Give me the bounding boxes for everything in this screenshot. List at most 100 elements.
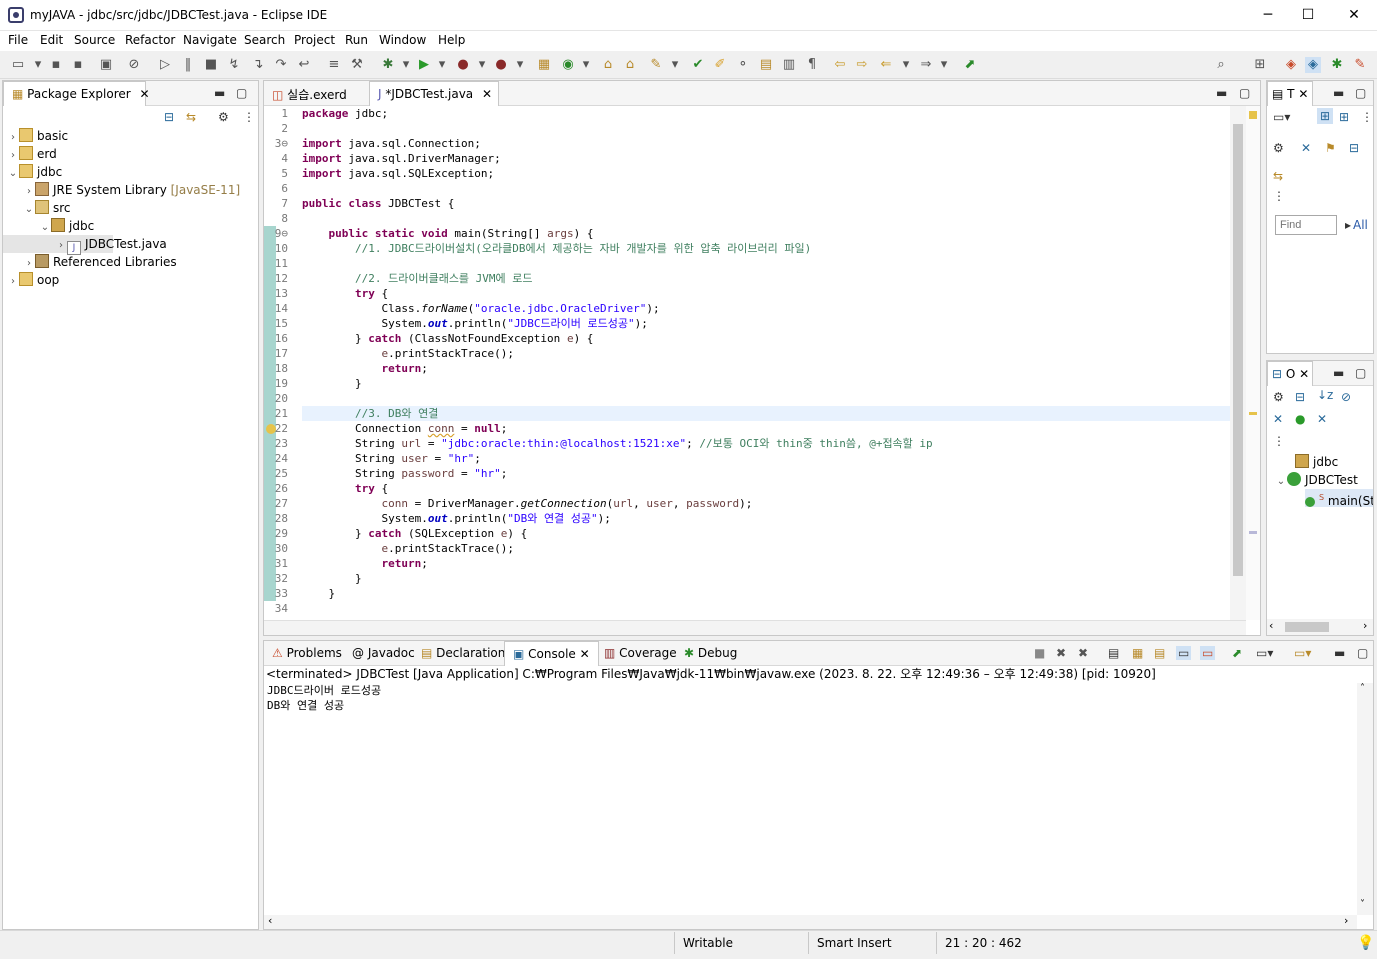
outline-horizontal-scrollbar[interactable]: ‹ › bbox=[1267, 619, 1373, 635]
show-on-stderr-icon[interactable]: ▭ bbox=[1200, 646, 1216, 660]
tasks-perspective-icon[interactable]: ✎ bbox=[1352, 57, 1368, 73]
step-over-icon[interactable]: ↷ bbox=[273, 57, 289, 73]
chevron-down-icon[interactable]: ▾ bbox=[667, 57, 683, 73]
open-perspective-icon[interactable]: ⊞ bbox=[1252, 57, 1268, 73]
view-menu-icon[interactable]: ⋮ bbox=[243, 110, 255, 124]
disconnect-icon[interactable]: ↯ bbox=[226, 57, 242, 73]
chevron-down-icon[interactable]: ▾ bbox=[434, 57, 450, 73]
debug-perspective-icon[interactable]: ✱ bbox=[1329, 57, 1345, 73]
chevron-down-icon[interactable]: ▾ bbox=[474, 57, 490, 73]
prev-annotation-icon[interactable]: ⇦ bbox=[832, 57, 848, 73]
scrollbar-thumb[interactable] bbox=[1285, 622, 1329, 632]
chevron-down-icon[interactable]: ⌄ bbox=[1275, 473, 1287, 491]
tab-console[interactable]: ▣ Console ✕ bbox=[504, 641, 599, 666]
tree-item-oop[interactable]: › oop bbox=[3, 271, 59, 289]
find-input[interactable] bbox=[1275, 215, 1337, 235]
display-console-icon[interactable]: ▭▾ bbox=[1256, 646, 1273, 660]
show-whitespace-icon[interactable]: ⚬ bbox=[735, 57, 751, 73]
java-perspective-icon[interactable]: ◈ bbox=[1305, 57, 1321, 73]
new-class-icon[interactable]: ◉ bbox=[560, 57, 576, 73]
focus-icon[interactable]: ⚑ bbox=[1325, 141, 1336, 155]
minimize-view-icon[interactable]: ▬ bbox=[1333, 86, 1344, 100]
coverage-icon[interactable]: ● bbox=[455, 57, 471, 73]
close-icon[interactable]: ✕ bbox=[1298, 87, 1308, 101]
tree-item-basic[interactable]: › basic bbox=[3, 127, 68, 145]
new-package-icon[interactable]: ▦ bbox=[536, 57, 552, 73]
menu-project[interactable]: Project bbox=[294, 33, 335, 47]
outline-item-class[interactable]: ⌄ JDBCTest bbox=[1275, 471, 1358, 489]
open-console-icon[interactable]: ▭▾ bbox=[1294, 646, 1311, 660]
chevron-down-icon[interactable]: ▾ bbox=[898, 57, 914, 73]
close-button[interactable]: ✕ bbox=[1331, 0, 1377, 31]
chevron-left-icon[interactable]: ‹ bbox=[268, 914, 272, 927]
tree-item-jdbctest-java[interactable]: ›JDBCTest.java bbox=[3, 235, 167, 255]
close-icon[interactable]: ✕ bbox=[1299, 367, 1309, 381]
resume-icon[interactable]: ▷ bbox=[157, 57, 173, 73]
tab-coverage[interactable]: ▥ Coverage bbox=[596, 641, 685, 666]
use-step-filters-icon[interactable]: ⚒ bbox=[349, 57, 365, 73]
occurrence-marker[interactable] bbox=[1249, 531, 1257, 534]
new-task-icon[interactable]: ▭▾ bbox=[1273, 110, 1290, 124]
step-return-icon[interactable]: ↩ bbox=[296, 57, 312, 73]
close-icon[interactable]: ✕ bbox=[580, 647, 590, 661]
tree-item-jdbc-project[interactable]: ⌄ jdbc bbox=[3, 163, 62, 181]
minimize-view-icon[interactable]: ▬ bbox=[1333, 366, 1344, 380]
external-tools-icon[interactable]: ● bbox=[493, 57, 509, 73]
tab-problems[interactable]: ⚠ Problems bbox=[264, 641, 350, 666]
hide-completed-icon[interactable]: ✕ bbox=[1301, 141, 1311, 155]
chevron-right-icon[interactable]: › bbox=[1363, 619, 1367, 632]
clear-console-icon[interactable]: ▤ bbox=[1108, 646, 1119, 660]
more-icon[interactable]: ⋮ bbox=[1273, 189, 1285, 203]
tree-item-referenced-libraries[interactable]: › Referenced Libraries bbox=[3, 253, 177, 271]
chevron-up-icon[interactable]: ˄ bbox=[1360, 683, 1365, 694]
terminate-icon[interactable]: ■ bbox=[203, 57, 219, 73]
close-icon[interactable]: ✕ bbox=[482, 87, 492, 101]
search-tool-icon[interactable]: ✎ bbox=[648, 57, 664, 73]
view-menu-icon[interactable]: ⋮ bbox=[1361, 110, 1373, 124]
tab-task-list[interactable]: ▤ T ✕ bbox=[1267, 81, 1313, 106]
open-task-icon[interactable]: ⌂ bbox=[622, 57, 638, 73]
chevron-right-icon[interactable]: › bbox=[1344, 914, 1348, 927]
menu-source[interactable]: Source bbox=[74, 33, 115, 47]
view-menu-icon[interactable]: ⋮ bbox=[1273, 434, 1285, 448]
annotation-icon[interactable]: ▤ bbox=[758, 57, 774, 73]
status-insert-mode[interactable]: Smart Insert bbox=[817, 936, 892, 950]
collapse-all-icon[interactable]: ⊟ bbox=[1295, 390, 1305, 404]
close-icon[interactable]: ✕ bbox=[140, 87, 150, 101]
new-icon[interactable]: ▭ bbox=[10, 57, 26, 73]
block-select-icon[interactable]: ▥ bbox=[781, 57, 797, 73]
hide-fields-icon[interactable]: ⊘ bbox=[1341, 390, 1351, 404]
tab-package-explorer[interactable]: ▦ Package Explorer ✕ bbox=[3, 81, 150, 106]
tree-item-erd[interactable]: › erd bbox=[3, 145, 57, 163]
chevron-left-icon[interactable]: ‹ bbox=[1269, 619, 1273, 632]
lightbulb-icon[interactable]: 💡 bbox=[1357, 935, 1374, 951]
show-on-stdout-icon[interactable]: ▭ bbox=[1176, 646, 1192, 660]
menu-search[interactable]: Search bbox=[244, 33, 285, 47]
java-ee-perspective-icon[interactable]: ◈ bbox=[1283, 57, 1299, 73]
terminate-icon[interactable]: ■ bbox=[1034, 646, 1045, 660]
tab-jdbctest-java[interactable]: J *JDBCTest.java ✕ bbox=[369, 81, 499, 106]
hide-static-icon[interactable]: ✕ bbox=[1273, 412, 1283, 426]
menu-run[interactable]: Run bbox=[345, 33, 368, 47]
scheduled-icon[interactable]: ⊞ bbox=[1339, 110, 1349, 124]
toggle-mark-icon[interactable]: ✔ bbox=[690, 57, 706, 73]
filter-icon[interactable]: ⚙ bbox=[1273, 141, 1284, 155]
link-editor-icon[interactable]: ⇆ bbox=[186, 110, 196, 124]
pilcrow-icon[interactable]: ¶ bbox=[804, 57, 820, 73]
scroll-lock-icon[interactable]: ▦ bbox=[1132, 646, 1143, 660]
suspend-icon[interactable]: ‖ bbox=[180, 57, 196, 73]
scrollbar-thumb[interactable] bbox=[1233, 124, 1243, 576]
maximize-view-icon[interactable]: ▢ bbox=[1357, 646, 1368, 660]
save-icon[interactable]: ▪ bbox=[48, 57, 64, 73]
maximize-view-icon[interactable]: ▢ bbox=[236, 86, 247, 100]
pin-editor-icon[interactable]: ⬈ bbox=[962, 57, 978, 73]
open-type-icon[interactable]: ⌂ bbox=[600, 57, 616, 73]
filter-icon[interactable]: ⚙ bbox=[218, 110, 229, 124]
menu-navigate[interactable]: Navigate bbox=[183, 33, 237, 47]
outline-item-package[interactable]: jdbc bbox=[1295, 453, 1338, 471]
console-output[interactable]: JDBC드라이버 로드성공 DB와 연결 성공 bbox=[264, 683, 1357, 915]
categorized-icon[interactable]: ⊞ bbox=[1317, 108, 1334, 124]
remove-launch-icon[interactable]: ✖ bbox=[1056, 646, 1066, 660]
sort-icon[interactable]: ↓z bbox=[1317, 388, 1333, 402]
console-vertical-scrollbar[interactable]: ˄ ˅ bbox=[1357, 683, 1373, 915]
